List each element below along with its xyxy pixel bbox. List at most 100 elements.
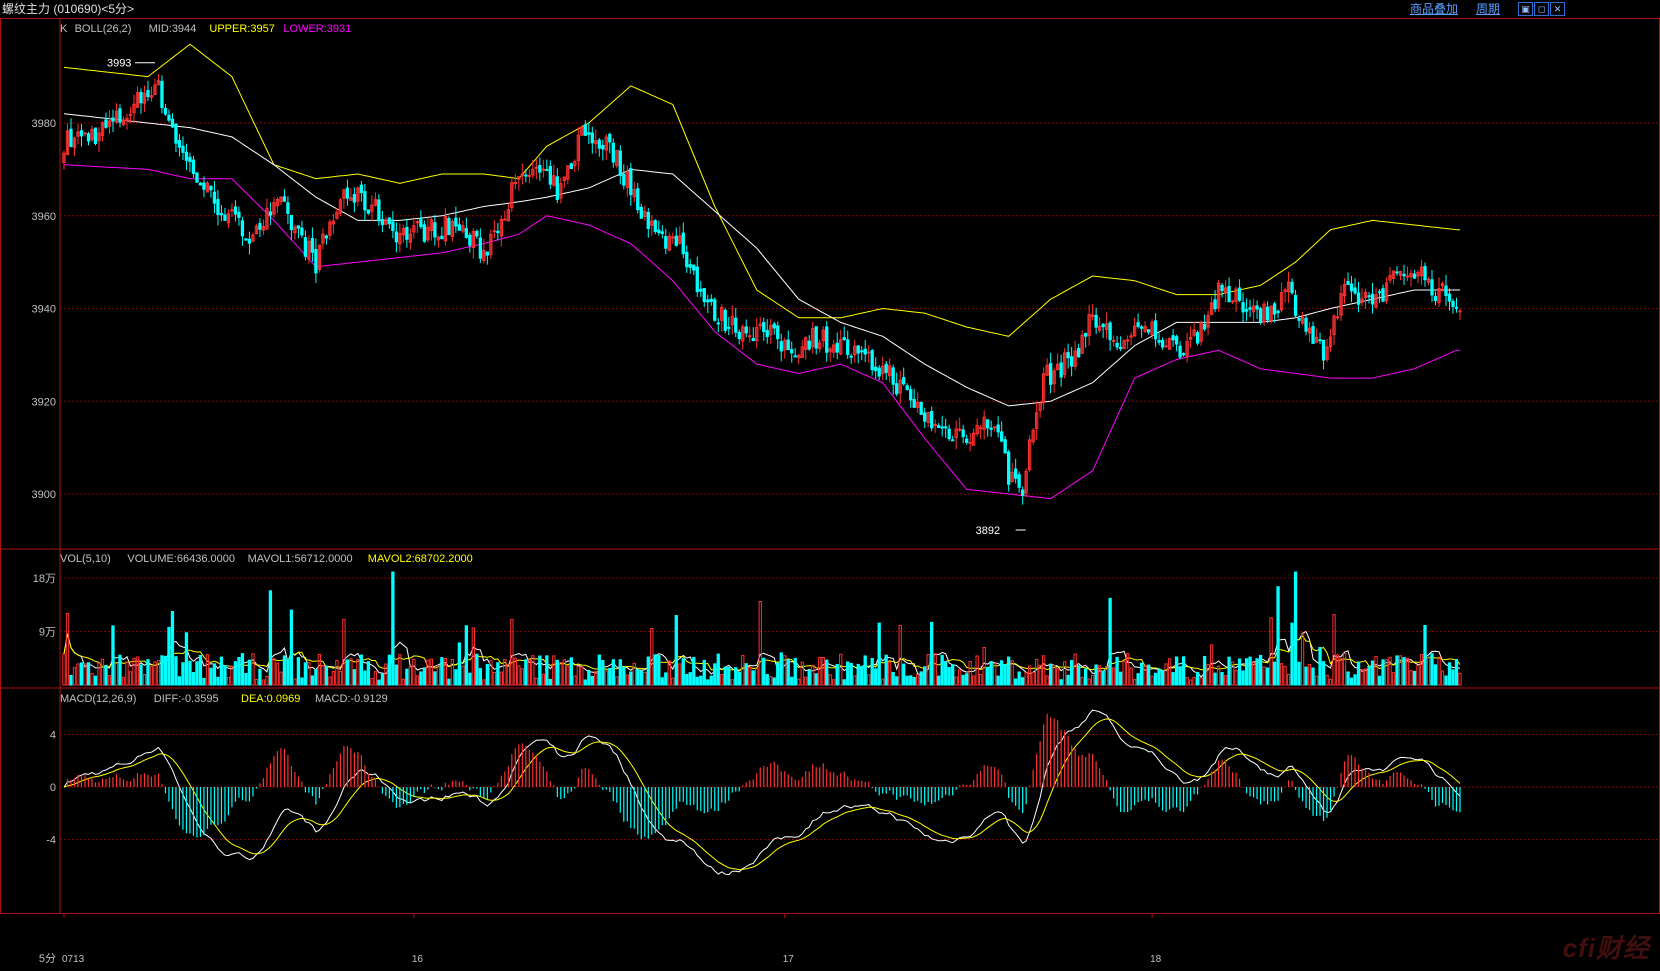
volume-bar: [1094, 664, 1098, 686]
candle-body: [352, 193, 357, 203]
boll-lower-line: [63, 164, 1460, 500]
candle-body: [793, 355, 797, 358]
volume-bar: [111, 625, 115, 686]
volume-bar: [916, 674, 920, 686]
volume-bar: [510, 618, 514, 686]
volume-bar: [895, 676, 899, 686]
volume-bar: [324, 665, 329, 686]
volume-bar: [1251, 662, 1256, 686]
volume-bar: [76, 663, 80, 686]
volume-bar: [755, 668, 759, 686]
volume-bar: [310, 675, 315, 686]
volume-bar: [842, 679, 846, 686]
macd-header-item: DEA:0.0969: [241, 693, 300, 705]
candle-body: [1346, 281, 1350, 285]
volume-bar: [317, 653, 322, 686]
candle-body: [699, 288, 703, 292]
volume-bar: [205, 654, 210, 686]
volume-bar: [1164, 663, 1168, 686]
candle-body: [83, 132, 87, 135]
overlay-button[interactable]: 商品叠加: [1410, 0, 1458, 18]
volume-header-item: VOLUME:66436.0000: [127, 553, 235, 565]
volume-bar: [1059, 679, 1063, 686]
candle-body: [1405, 275, 1410, 278]
candle-body: [1007, 451, 1011, 485]
candle-body: [681, 232, 685, 255]
close-icon[interactable]: ✕: [1550, 2, 1565, 16]
candle-body: [419, 218, 423, 228]
volume-bar: [517, 665, 521, 686]
candle-body: [282, 196, 287, 202]
volume-bar: [1143, 665, 1147, 686]
candle-body: [216, 199, 220, 215]
candle-body: [146, 89, 150, 97]
volume-bar: [1307, 663, 1312, 686]
volume-bar: [1069, 660, 1074, 686]
price-header-item: UPPER:3957: [209, 23, 274, 35]
restore-icon[interactable]: ▣: [1518, 2, 1533, 16]
candle-body: [716, 322, 720, 325]
candle-body: [181, 145, 185, 153]
volume-bar: [275, 662, 280, 686]
volume-bar: [937, 675, 941, 686]
volume-bar: [856, 663, 860, 686]
cycle-button[interactable]: 周期: [1476, 0, 1500, 18]
candle-body: [1367, 295, 1371, 298]
volume-bar: [247, 659, 252, 686]
candle-body: [1297, 318, 1301, 321]
maximize-icon[interactable]: ◻: [1534, 2, 1549, 16]
candle-body: [1255, 305, 1259, 310]
volume-bar: [832, 679, 836, 686]
volume-bar: [765, 674, 769, 686]
volume-bar: [674, 615, 678, 686]
candle-body: [296, 225, 301, 229]
volume-bar: [741, 654, 745, 686]
candle-body: [240, 220, 245, 237]
volume-bar: [580, 666, 584, 686]
candle-body: [447, 217, 451, 236]
volume-bar: [349, 658, 353, 686]
volume-bar: [79, 662, 84, 686]
volume-bar: [436, 665, 441, 686]
candle-body: [209, 185, 213, 191]
volume-bar: [1139, 662, 1144, 686]
volume-bar: [450, 659, 455, 686]
volume-bar: [818, 656, 822, 686]
candle-body: [503, 218, 507, 221]
candle-body: [779, 341, 783, 352]
volume-bar: [1010, 660, 1014, 686]
volume-bar: [132, 657, 136, 686]
volume-bar: [604, 670, 608, 686]
volume-bar: [440, 657, 444, 686]
volume-bar: [944, 661, 948, 686]
candle-body: [1101, 323, 1105, 328]
candle-body: [1139, 326, 1144, 329]
volume-bar: [618, 659, 622, 686]
volume-bar: [790, 676, 794, 686]
candle-body: [1021, 489, 1025, 496]
volume-bar: [1290, 622, 1294, 686]
volume-bar: [720, 674, 724, 686]
volume-bar: [891, 671, 895, 686]
candle-body: [69, 128, 73, 147]
candle-body: [1244, 309, 1249, 312]
kline-chart[interactable]: 3993 3892 3980 3960 3940 3920 3900 18万 9万 4 0 -4 5分 0…: [0, 18, 1660, 971]
candle-body: [548, 165, 552, 185]
candle-body: [391, 221, 395, 232]
volume-bar: [1374, 656, 1378, 686]
volume-bar: [569, 657, 573, 686]
volume-bar: [177, 676, 182, 686]
volume-bar: [1328, 678, 1333, 686]
candle-body: [1230, 300, 1235, 303]
volume-bar: [947, 667, 951, 686]
volume-bar: [1335, 654, 1340, 686]
volume-bar: [590, 675, 594, 686]
volume-bar: [174, 656, 178, 686]
volume-bar: [1433, 664, 1438, 686]
volume-bar: [1339, 658, 1343, 686]
volume-bar: [730, 679, 734, 686]
panel-headers: K BOLL(26,2) MID:3944 UPPER:3957 LOWER:3931 V…: [60, 23, 473, 705]
candle-body: [1017, 474, 1021, 488]
candle-body: [944, 426, 948, 429]
volume-bar: [492, 671, 497, 686]
